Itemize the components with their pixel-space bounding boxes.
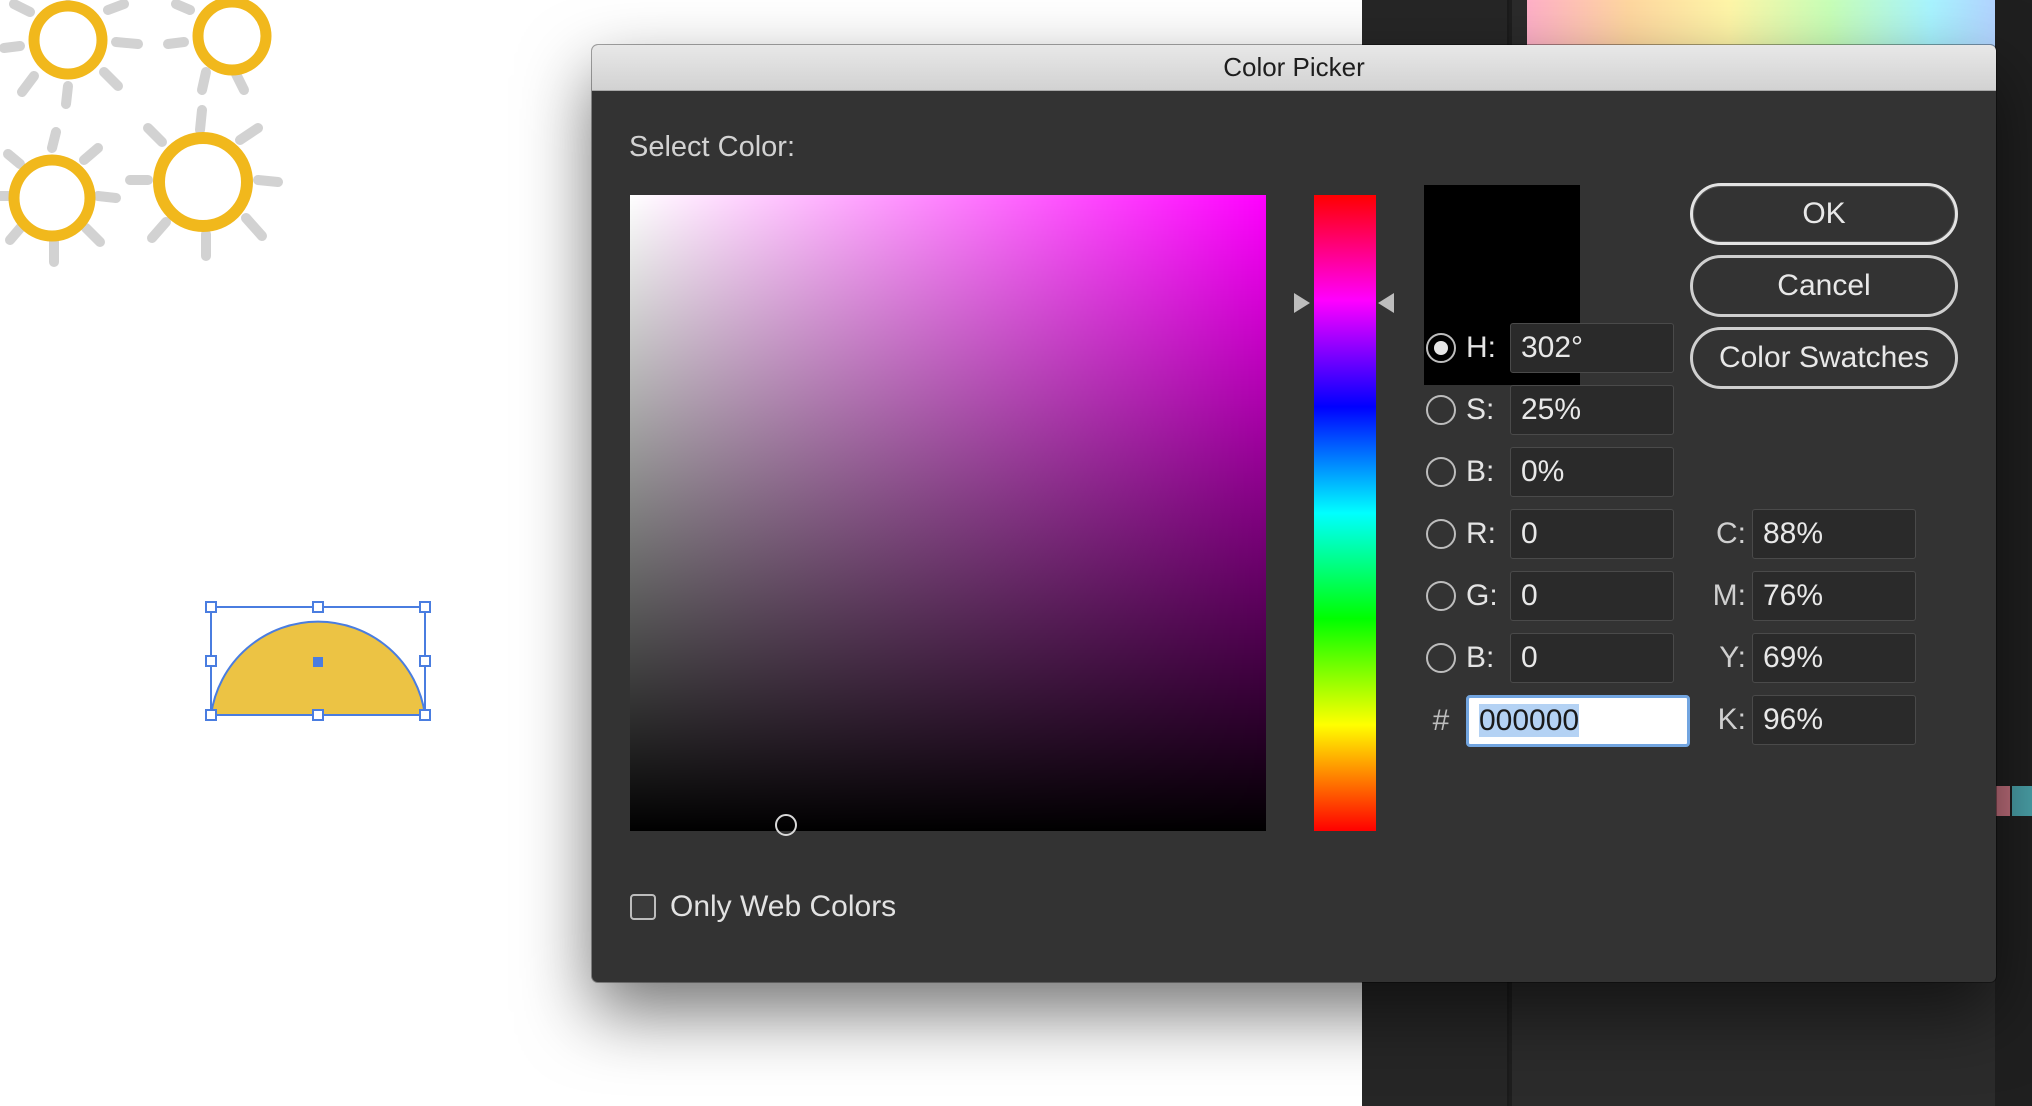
green-row: G: 0 bbox=[1426, 571, 1674, 621]
hue-row: H: 302° bbox=[1426, 323, 1674, 373]
hue-label: H: bbox=[1466, 331, 1496, 364]
hue-field[interactable]: 302° bbox=[1510, 323, 1674, 373]
saturation-row: S: 25% bbox=[1426, 385, 1674, 435]
black-row: K: 96% bbox=[1702, 695, 1916, 745]
cyan-field[interactable]: 88% bbox=[1752, 509, 1916, 559]
magenta-label: M: bbox=[1712, 579, 1746, 612]
saturation-brightness-field[interactable] bbox=[630, 195, 1266, 831]
saturation-field[interactable]: 25% bbox=[1510, 385, 1674, 435]
hex-row: # 000000 bbox=[1426, 695, 1690, 747]
brightness-label: B: bbox=[1466, 455, 1495, 488]
flower-3 bbox=[0, 127, 121, 267]
panel-edge bbox=[1995, 0, 2032, 1106]
dialog-title[interactable]: Color Picker bbox=[592, 45, 1996, 91]
color-swatches-button[interactable]: Color Swatches bbox=[1690, 327, 1958, 389]
hex-label: # bbox=[1432, 704, 1450, 737]
green-field[interactable]: 0 bbox=[1510, 571, 1674, 621]
red-label: R: bbox=[1466, 517, 1496, 550]
yellow-label: Y: bbox=[1719, 641, 1746, 674]
brightness-row: B: 0% bbox=[1426, 447, 1674, 497]
black-field[interactable]: 96% bbox=[1752, 695, 1916, 745]
new-color-swatch bbox=[1424, 185, 1580, 285]
magenta-row: M: 76% bbox=[1702, 571, 1916, 621]
color-field-marker[interactable] bbox=[775, 814, 797, 836]
flower-4 bbox=[125, 105, 283, 261]
cyan-label: C: bbox=[1716, 517, 1746, 550]
magenta-field[interactable]: 76% bbox=[1752, 571, 1916, 621]
red-field[interactable]: 0 bbox=[1510, 509, 1674, 559]
blue-field[interactable]: 0 bbox=[1510, 633, 1674, 683]
panel-swatch[interactable] bbox=[2012, 786, 2032, 816]
only-web-colors-checkbox[interactable] bbox=[630, 894, 656, 920]
selected-half-circle-shape[interactable] bbox=[203, 599, 438, 725]
color-picker-dialog: Color Picker Select Color: OK Cancel Col… bbox=[592, 45, 1996, 982]
panel-swatch[interactable] bbox=[1996, 786, 2010, 816]
blue-row: B: 0 bbox=[1426, 633, 1674, 683]
hue-slider-left-arrow[interactable] bbox=[1294, 293, 1310, 313]
flower-1 bbox=[0, 0, 143, 109]
blue-radio[interactable] bbox=[1426, 643, 1456, 673]
hue-slider[interactable] bbox=[1314, 195, 1376, 831]
red-radio[interactable] bbox=[1426, 519, 1456, 549]
select-color-label: Select Color: bbox=[629, 131, 796, 163]
hue-slider-right-arrow[interactable] bbox=[1378, 293, 1394, 313]
ok-button[interactable]: OK bbox=[1690, 183, 1958, 245]
yellow-field[interactable]: 69% bbox=[1752, 633, 1916, 683]
blue-label: B: bbox=[1466, 641, 1495, 674]
only-web-colors-label[interactable]: Only Web Colors bbox=[670, 890, 896, 924]
cyan-row: C: 88% bbox=[1702, 509, 1916, 559]
brightness-field[interactable]: 0% bbox=[1510, 447, 1674, 497]
saturation-radio[interactable] bbox=[1426, 395, 1456, 425]
only-web-colors-row: Only Web Colors bbox=[630, 890, 896, 924]
green-label: G: bbox=[1466, 579, 1498, 612]
brightness-radio[interactable] bbox=[1426, 457, 1456, 487]
green-radio[interactable] bbox=[1426, 581, 1456, 611]
red-row: R: 0 bbox=[1426, 509, 1674, 559]
hue-radio[interactable] bbox=[1426, 333, 1456, 363]
saturation-label: S: bbox=[1466, 393, 1495, 426]
flower-2 bbox=[163, 0, 272, 95]
flower-artwork bbox=[0, 0, 283, 267]
yellow-row: Y: 69% bbox=[1702, 633, 1916, 683]
black-label: K: bbox=[1717, 703, 1746, 736]
hex-field[interactable]: 000000 bbox=[1466, 695, 1690, 747]
cancel-button[interactable]: Cancel bbox=[1690, 255, 1958, 317]
hex-value: 000000 bbox=[1479, 704, 1580, 737]
